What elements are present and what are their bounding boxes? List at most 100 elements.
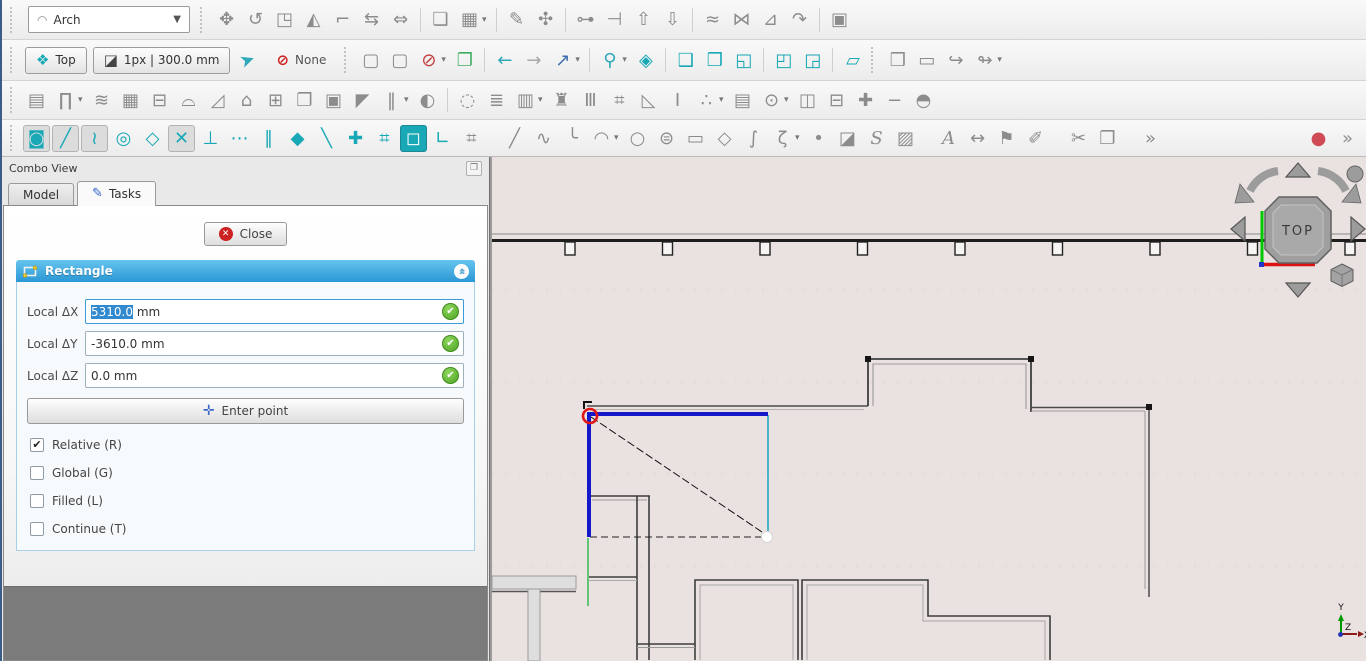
- curtain-wall-icon[interactable]: ▦: [117, 87, 144, 114]
- snap-perpendicular-icon[interactable]: ⊥: [197, 125, 224, 152]
- measure-icon[interactable]: ▱: [839, 47, 866, 74]
- cut-with-line-icon[interactable]: ◫: [794, 87, 821, 114]
- offset-icon[interactable]: ⌐: [329, 6, 356, 33]
- enter-point-button[interactable]: ✛ Enter point: [27, 398, 464, 424]
- schematic-window-icon[interactable]: ⊞: [262, 87, 289, 114]
- view-selection-icon[interactable]: ❐: [451, 47, 478, 74]
- local-delta-z-input[interactable]: 0.0 mm✔: [85, 363, 464, 388]
- draft-to-sketch-icon[interactable]: ⋈: [728, 6, 755, 33]
- box-element-selection-icon[interactable]: ▢: [357, 47, 384, 74]
- cut-icon[interactable]: ✂: [1065, 125, 1092, 152]
- text-icon[interactable]: A: [935, 125, 962, 152]
- site-icon[interactable]: ⌓: [175, 87, 202, 114]
- flip-direction-icon[interactable]: ↷: [786, 6, 813, 33]
- macro-record-icon[interactable]: ●: [1305, 125, 1332, 152]
- building-part-icon[interactable]: ▣: [320, 87, 347, 114]
- draft-tray-arrow-icon[interactable]: ➤: [231, 43, 266, 78]
- downgrade-icon[interactable]: ⇩: [659, 6, 686, 33]
- label-icon[interactable]: ⚑: [993, 125, 1020, 152]
- box-selection-icon[interactable]: ▢: [386, 47, 413, 74]
- schedule-icon[interactable]: ▤: [729, 87, 756, 114]
- dropdown-arrow-icon[interactable]: ▾: [575, 55, 584, 65]
- polygon-icon[interactable]: ◇: [711, 125, 738, 152]
- survey-icon[interactable]: ◓: [910, 87, 937, 114]
- snap-parallel-icon[interactable]: ∥: [255, 125, 282, 152]
- point-icon[interactable]: •: [805, 125, 832, 152]
- snap-center-icon[interactable]: ◎: [110, 125, 137, 152]
- bottom-view-icon[interactable]: ◲: [799, 47, 826, 74]
- link-actions-icon[interactable]: ↬: [971, 47, 998, 74]
- panel-icon[interactable]: ▥: [512, 87, 539, 114]
- rectangle-icon[interactable]: ▭: [682, 125, 709, 152]
- hatch-icon[interactable]: ▨: [892, 125, 919, 152]
- toolbar-handle[interactable]: [10, 7, 15, 33]
- toolbar-handle[interactable]: [344, 47, 349, 73]
- autogroup-button[interactable]: ⊘ None: [265, 47, 337, 74]
- clipping-icon[interactable]: ⊘: [415, 47, 442, 74]
- current-view-button[interactable]: ❖ Top: [25, 47, 87, 74]
- roof-icon[interactable]: ◿: [204, 87, 231, 114]
- linked-object-icon[interactable]: ↗: [549, 47, 576, 74]
- material-icon[interactable]: ∴: [693, 87, 720, 114]
- truss-icon[interactable]: ◺: [635, 87, 662, 114]
- space-boundary-icon[interactable]: ◌: [454, 87, 481, 114]
- dropdown-arrow-icon[interactable]: ▾: [784, 95, 793, 105]
- axis-icon[interactable]: ‖: [378, 87, 405, 114]
- rectangle-section-header[interactable]: Rectangle »: [16, 260, 475, 282]
- nav-back-icon[interactable]: ←: [491, 47, 518, 74]
- polyline-icon[interactable]: ∿: [530, 125, 557, 152]
- toolbar-handle[interactable]: [10, 47, 15, 73]
- mirror-icon[interactable]: ◭: [300, 6, 327, 33]
- split-icon[interactable]: ⊣: [601, 6, 628, 33]
- snap-ortho-icon[interactable]: ✚: [342, 125, 369, 152]
- dimension-icon[interactable]: ↔: [964, 125, 991, 152]
- axonometric-view-icon[interactable]: ◈: [632, 47, 659, 74]
- dropdown-arrow-icon[interactable]: ▾: [622, 55, 631, 65]
- move-icon[interactable]: ✥: [213, 6, 240, 33]
- create-part-icon[interactable]: ❒: [884, 47, 911, 74]
- snap-grid-icon[interactable]: ⌗: [371, 125, 398, 152]
- make-link-icon[interactable]: ↪: [942, 47, 969, 74]
- wall-icon[interactable]: ▤: [23, 87, 50, 114]
- stairs-icon[interactable]: ≣: [483, 87, 510, 114]
- toolbar-handle[interactable]: [200, 7, 205, 33]
- profile-icon[interactable]: Ⅰ: [664, 87, 691, 114]
- continue-checkbox[interactable]: Continue (T): [30, 522, 464, 536]
- cut-with-plane-icon[interactable]: ⊟: [823, 87, 850, 114]
- snap-special-icon[interactable]: ◆: [284, 125, 311, 152]
- toolbar-overflow2-icon[interactable]: »: [1334, 125, 1361, 152]
- local-delta-y-input[interactable]: -3610.0 mm✔: [85, 331, 464, 356]
- snap-near-icon[interactable]: ╲: [313, 125, 340, 152]
- checkbox[interactable]: [30, 494, 44, 508]
- dropdown-arrow-icon[interactable]: ▾: [997, 55, 1006, 65]
- snap-extension-icon[interactable]: ⋯: [226, 125, 253, 152]
- line-icon[interactable]: ╱: [501, 125, 528, 152]
- slope-icon[interactable]: ⊿: [757, 6, 784, 33]
- facebinder-icon[interactable]: ◪: [834, 125, 861, 152]
- filled-checkbox[interactable]: Filled (L): [30, 494, 464, 508]
- dropdown-arrow-icon[interactable]: ▾: [795, 133, 804, 143]
- dropdown-arrow-icon[interactable]: ▾: [404, 95, 413, 105]
- collapse-section-icon[interactable]: »: [454, 264, 469, 279]
- dropdown-arrow-icon[interactable]: ▾: [614, 133, 623, 143]
- tab-model[interactable]: Model: [8, 183, 74, 205]
- ellipse-icon[interactable]: ⊜: [653, 125, 680, 152]
- bspline-icon[interactable]: ∫: [740, 125, 767, 152]
- snap-endpoint-icon[interactable]: ╱: [52, 125, 79, 152]
- bezier-icon[interactable]: ζ: [769, 125, 796, 152]
- edit-icon[interactable]: ✎: [503, 6, 530, 33]
- remove-component-icon[interactable]: −: [881, 87, 908, 114]
- equipment-icon[interactable]: ♜: [548, 87, 575, 114]
- float-panel-icon[interactable]: ❐: [466, 161, 482, 176]
- rotate-icon[interactable]: ↺: [242, 6, 269, 33]
- create-group-icon[interactable]: ▭: [913, 47, 940, 74]
- global-checkbox[interactable]: Global (G): [30, 466, 464, 480]
- top-view-icon[interactable]: ❒: [701, 47, 728, 74]
- structure-icon[interactable]: ∏: [52, 87, 79, 114]
- dropdown-arrow-icon[interactable]: ▾: [719, 95, 728, 105]
- nav-cube[interactable]: TOP: [1231, 163, 1365, 297]
- layer-icon[interactable]: ▣: [826, 6, 853, 33]
- workbench-selector[interactable]: ◠ Arch ▼: [28, 6, 190, 33]
- upgrade-icon[interactable]: ⇧: [630, 6, 657, 33]
- nav-forward-icon[interactable]: →: [520, 47, 547, 74]
